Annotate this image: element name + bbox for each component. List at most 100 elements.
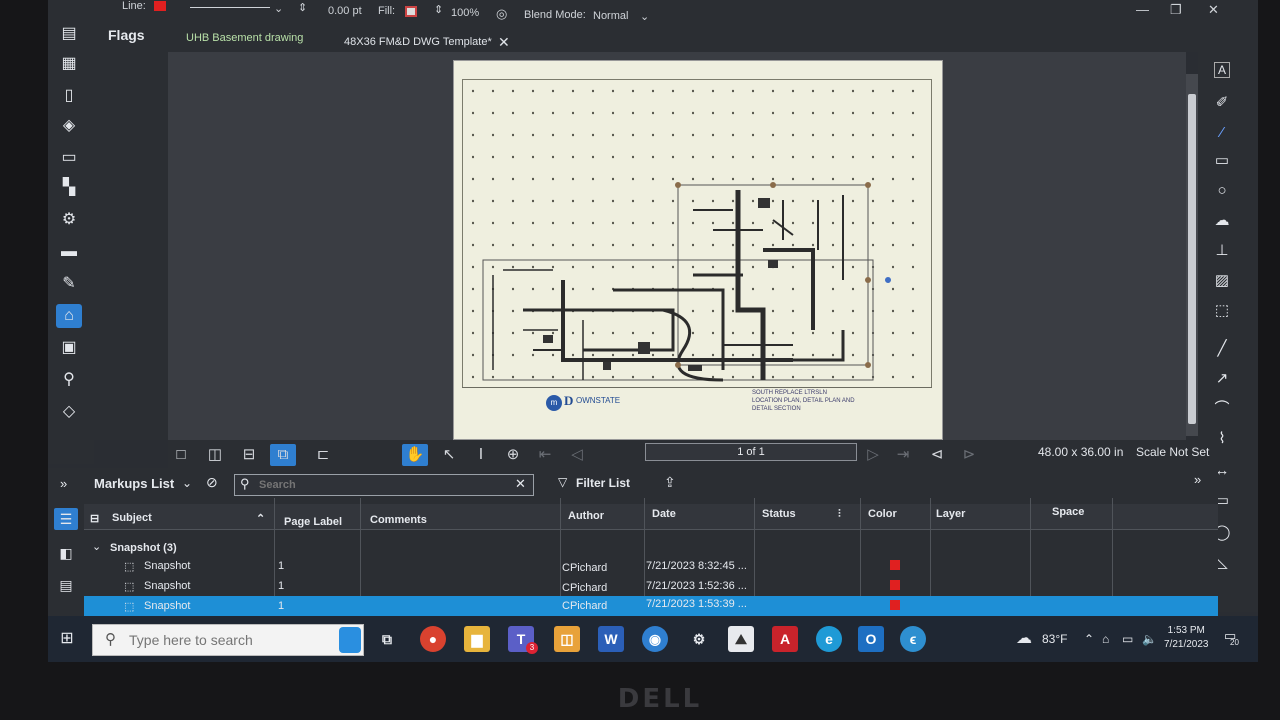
weather-icon[interactable]: ☁ bbox=[1016, 628, 1032, 648]
hide-markups-icon[interactable]: ⊘ bbox=[206, 474, 218, 491]
zoom-icon[interactable]: ⊕ bbox=[500, 444, 526, 466]
lasso-icon[interactable]: ○ bbox=[1210, 180, 1234, 202]
search-highlight-icon[interactable] bbox=[339, 627, 361, 653]
markups-list-title[interactable]: Markups List bbox=[94, 476, 174, 491]
monitor-icon[interactable]: ▭ bbox=[1122, 632, 1133, 646]
gear-icon[interactable]: ⚙ bbox=[56, 208, 82, 232]
stamp-tool-icon[interactable]: ⊥ bbox=[1210, 240, 1234, 262]
file-explorer-icon[interactable]: ▆ bbox=[464, 626, 490, 652]
edge-icon[interactable]: e bbox=[816, 626, 842, 652]
summary-icon[interactable]: ▤ bbox=[54, 574, 78, 596]
text-box-icon[interactable]: A bbox=[1214, 62, 1230, 78]
word-icon[interactable]: W bbox=[598, 626, 624, 652]
chevron-down-icon[interactable]: ⌄ bbox=[92, 540, 101, 553]
page-number-field[interactable]: 1 of 1 bbox=[645, 443, 857, 461]
app-icon[interactable]: ◉ bbox=[642, 626, 668, 652]
signature-icon[interactable]: ✎ bbox=[56, 272, 82, 296]
column-settings-icon[interactable]: ⫶ bbox=[838, 508, 841, 521]
system-clock[interactable]: 1:53 PM 7/21/2023 bbox=[1164, 624, 1209, 652]
table-row-selected[interactable]: ⬚ Snapshot 1 CPichard 7/21/2023 1:53:39 … bbox=[84, 596, 1218, 616]
stepper-icon[interactable]: ⇕ bbox=[298, 1, 307, 14]
bookmark-icon[interactable]: ▯ bbox=[56, 84, 82, 108]
vertical-scrollbar[interactable] bbox=[1186, 74, 1198, 436]
restore-button[interactable]: ❐ bbox=[1170, 2, 1182, 18]
close-button[interactable]: ✕ bbox=[1208, 2, 1219, 18]
column-author[interactable]: Author bbox=[568, 510, 604, 522]
measure-icon[interactable]: ▬ bbox=[56, 240, 82, 264]
line-style-dropdown[interactable] bbox=[190, 7, 270, 8]
pen-icon[interactable]: ⁄ bbox=[1210, 122, 1234, 144]
list-view-icon[interactable]: ☰ bbox=[54, 508, 78, 530]
column-status[interactable]: Status bbox=[762, 508, 796, 520]
stamp-icon[interactable]: ▣ bbox=[56, 336, 82, 360]
markups-search[interactable]: ⚲ ✕ bbox=[234, 474, 534, 496]
bluebeam-icon[interactable]: ϵ bbox=[900, 626, 926, 652]
tag-icon[interactable]: ⌂ bbox=[56, 304, 82, 328]
filter-list-button[interactable]: Filter List bbox=[576, 476, 630, 490]
column-space[interactable]: Space bbox=[1052, 506, 1084, 518]
export-icon[interactable]: ⇪ bbox=[664, 474, 676, 491]
clear-search-icon[interactable]: ✕ bbox=[515, 476, 526, 492]
highlighter-icon[interactable]: ✐ bbox=[1210, 92, 1234, 114]
back-view-icon[interactable]: ⊲ bbox=[924, 444, 950, 466]
polyline-icon[interactable]: ⌇ bbox=[1210, 428, 1234, 450]
previous-page-icon[interactable]: ◁ bbox=[564, 444, 590, 466]
search-icon[interactable]: ⚲ bbox=[56, 368, 82, 392]
select-arrow-icon[interactable]: ↖ bbox=[436, 444, 462, 466]
first-page-icon[interactable]: ⇤ bbox=[532, 444, 558, 466]
close-tab-icon[interactable]: ✕ bbox=[498, 34, 510, 51]
layers-icon[interactable]: ◈ bbox=[56, 114, 82, 138]
thumbnails-icon[interactable]: ▤ bbox=[56, 22, 82, 46]
column-comments[interactable]: Comments bbox=[370, 514, 427, 526]
tab-template[interactable]: 48X36 FM&D DWG Template* bbox=[344, 36, 492, 48]
shield-icon[interactable]: ◇ bbox=[56, 400, 82, 424]
column-layer[interactable]: Layer bbox=[936, 508, 965, 520]
callout-icon[interactable]: ▭ bbox=[1210, 150, 1234, 172]
snapshot-icon[interactable]: ⬚ bbox=[1210, 300, 1234, 322]
text-select-icon[interactable]: Ⅰ bbox=[468, 444, 494, 466]
fill-color-swatch[interactable] bbox=[405, 6, 417, 17]
table-row[interactable]: ⬚ Snapshot 1 CPichard 7/21/2023 8:32:45 … bbox=[84, 556, 1218, 576]
table-row[interactable]: ⬚ Snapshot 1 CPichard 7/21/2023 1:52:36 … bbox=[84, 576, 1218, 596]
windows-start-icon[interactable]: ⊞ bbox=[58, 630, 76, 648]
group-row[interactable]: ⌄ Snapshot (3) bbox=[84, 538, 1218, 558]
minimize-button[interactable]: — bbox=[1136, 2, 1149, 17]
image-icon[interactable]: ▨ bbox=[1210, 270, 1234, 292]
outlook-icon[interactable]: O bbox=[858, 626, 884, 652]
split-horizontal-icon[interactable]: ⊟ bbox=[236, 444, 262, 466]
collapse-all-icon[interactable]: ⊟ bbox=[90, 512, 99, 525]
scale-status[interactable]: Scale Not Set bbox=[1136, 445, 1209, 459]
properties-icon[interactable]: ▚ bbox=[56, 176, 82, 200]
cube-icon[interactable]: ◧ bbox=[54, 542, 78, 564]
chevron-down-icon[interactable]: ⌄ bbox=[640, 10, 649, 23]
acrobat-icon[interactable]: A bbox=[772, 626, 798, 652]
taskbar-search-input[interactable] bbox=[129, 631, 309, 649]
toolchest-icon[interactable]: ▭ bbox=[56, 146, 82, 170]
line-color-swatch[interactable] bbox=[154, 1, 166, 11]
blend-mode-select[interactable]: Normal bbox=[593, 10, 628, 22]
photos-icon[interactable]: ⛰ bbox=[728, 626, 754, 652]
network-icon[interactable]: ⌂ bbox=[1102, 632, 1109, 646]
compare-icon[interactable]: ⊏ bbox=[310, 444, 336, 466]
next-page-icon[interactable]: ▷ bbox=[860, 444, 886, 466]
column-subject[interactable]: Subject bbox=[112, 512, 152, 524]
document-canvas[interactable]: m D OWNSTATE SOUTH REPLACE LTRSLN LOCATI… bbox=[168, 52, 1186, 440]
volume-icon[interactable]: 🔈 bbox=[1142, 632, 1157, 646]
weather-temp[interactable]: 83°F bbox=[1042, 632, 1067, 646]
taskbar-search[interactable]: ⚲ bbox=[92, 624, 364, 656]
pan-hand-icon[interactable]: ✋ bbox=[402, 444, 428, 466]
store-icon[interactable]: ◫ bbox=[554, 626, 580, 652]
last-page-icon[interactable]: ⇥ bbox=[890, 444, 916, 466]
sort-ascending-icon[interactable]: ⌃ bbox=[256, 512, 265, 525]
task-view-icon[interactable]: ⧉ bbox=[374, 626, 400, 652]
opacity-value[interactable]: 100% bbox=[451, 7, 479, 19]
search-input[interactable] bbox=[259, 477, 509, 493]
column-color[interactable]: Color bbox=[868, 508, 897, 520]
sync-icon[interactable]: ⧉ bbox=[270, 444, 296, 466]
chrome-icon[interactable]: ● bbox=[420, 626, 446, 652]
tab-uhb-basement[interactable]: UHB Basement drawing bbox=[186, 32, 303, 44]
split-vertical-icon[interactable]: ◫ bbox=[202, 444, 228, 466]
arrow-icon[interactable]: ↗ bbox=[1210, 368, 1234, 390]
chevron-down-icon[interactable]: ⌄ bbox=[274, 2, 283, 15]
column-date[interactable]: Date bbox=[652, 508, 676, 520]
